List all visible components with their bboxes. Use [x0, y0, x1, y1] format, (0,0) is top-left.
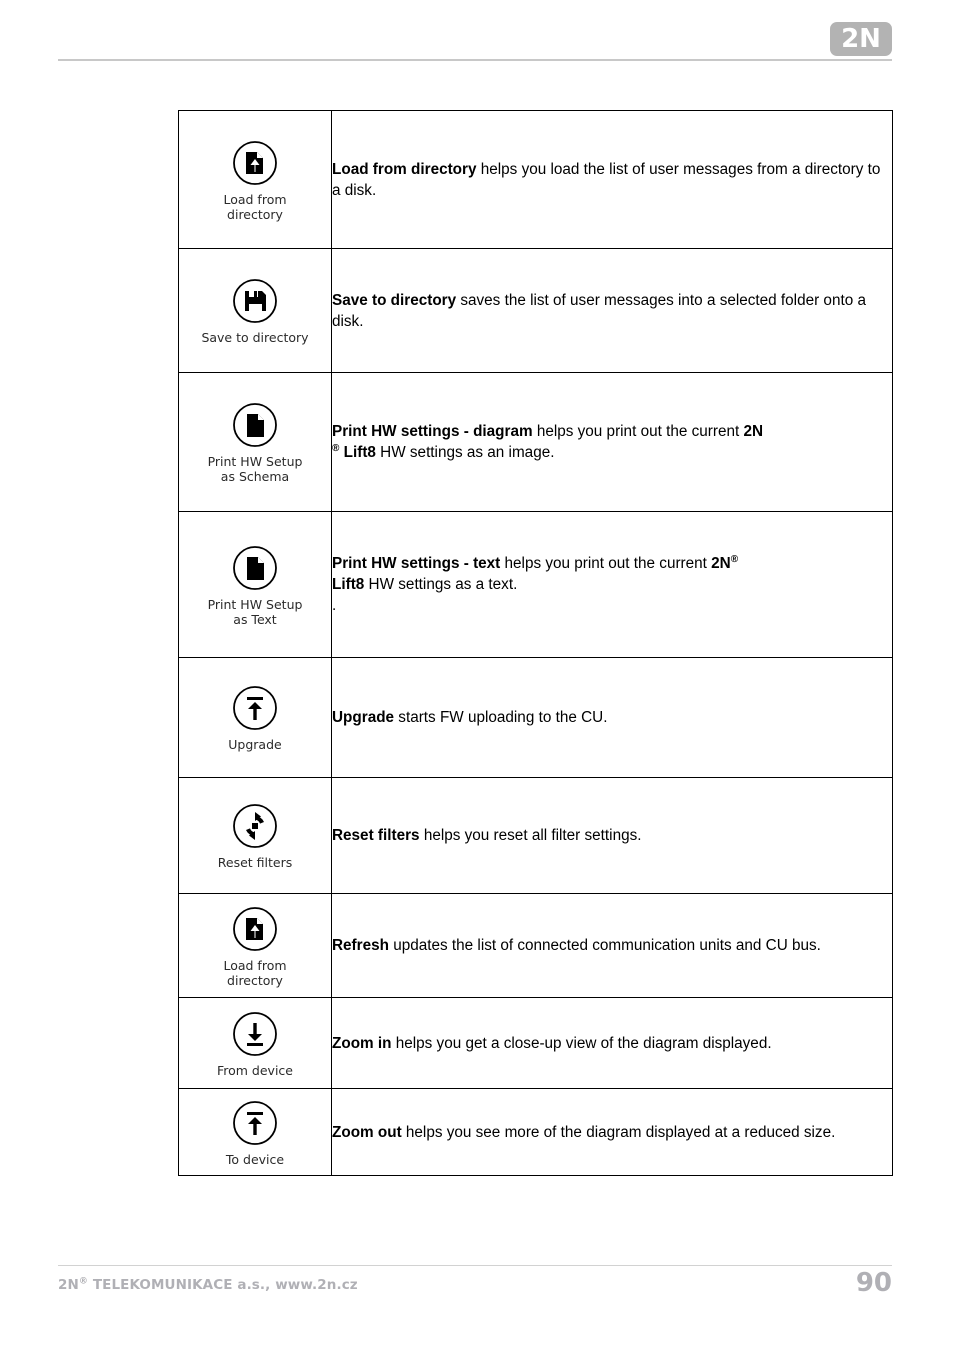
table-row: To device Zoom out helps you see more of … [178, 1088, 893, 1176]
table-row: Save to directory Save to directory saves… [178, 248, 893, 373]
description-cell: Load from directory helps you load the l… [331, 110, 893, 249]
page-footer: 2N® TELEKOMUNIKACE a.s., www.2n.cz 90 [0, 1260, 954, 1350]
description-text: starts FW uploading to the CU. [394, 709, 608, 726]
icon-cell: Print HW Setup as Text [178, 511, 332, 658]
description-cell: Save to directory saves the list of user… [331, 248, 893, 373]
footer-company-tail: TELEKOMUNIKACE a.s., www.2n.cz [88, 1277, 358, 1293]
description-term: Upgrade [332, 709, 395, 726]
description-term: Print HW settings - diagram [332, 423, 533, 440]
description-tail: HW settings as an image. [375, 444, 555, 461]
description-cell: Zoom in helps you get a close-up view of… [331, 997, 893, 1089]
description-term: Print HW settings - text [332, 555, 501, 572]
description-term: Zoom in [332, 1034, 392, 1052]
footer-company: 2N® TELEKOMUNIKACE a.s., www.2n.cz [58, 1277, 358, 1293]
description-cell: Refresh updates the list of connected co… [331, 893, 893, 998]
icon-label: To device [225, 1151, 285, 1167]
footer-company-name: 2N [58, 1277, 79, 1293]
description-text: updates the list of connected communicat… [388, 937, 821, 954]
icon-label: Load from directory [223, 191, 287, 222]
icon-label: Print HW Setup as Text [207, 596, 303, 627]
icon-label: Load from directory [223, 957, 287, 988]
registered-mark: ® [730, 553, 739, 565]
table-row: Print HW Setup as Text Print HW settings … [178, 511, 893, 658]
to-device-icon [230, 1098, 280, 1148]
description-cell: Zoom out helps you see more of the diagr… [331, 1088, 893, 1176]
table-row: Print HW Setup as Schema Print HW setting… [178, 372, 893, 512]
description-term: Save to directory [332, 291, 457, 309]
page-header: 2N [0, 0, 954, 78]
2n-logo: 2N [830, 22, 892, 56]
description-term: Refresh [332, 937, 389, 954]
description-text: helps you see more of the diagram displa… [401, 1123, 836, 1141]
icon-label: Reset filters [217, 855, 293, 870]
description-cell: Reset filters helps you reset all filter… [331, 777, 893, 894]
print-hw-setup-as-schema-icon [230, 400, 280, 450]
description-text: helps you print out the current [532, 423, 744, 440]
print-hw-setup-as-text-icon [230, 543, 280, 593]
table-row: Reset filters Reset filters helps you res… [178, 777, 893, 894]
brand-sup-host: ® [730, 553, 739, 572]
brand-sup-host: ® [332, 442, 340, 461]
refresh-load-from-directory-icon [230, 904, 280, 954]
table-row: Load from directory Refresh updates the l… [178, 893, 893, 998]
table-row: From device Zoom in helps you get a close… [178, 997, 893, 1089]
icon-label: Save to directory [201, 330, 309, 345]
icon-description-table: Load from directory Load from directory h… [178, 110, 893, 1176]
description-cell: Upgrade starts FW uploading to the CU. [331, 657, 893, 778]
description-term: Reset filters [332, 827, 420, 844]
icon-cell: To device [178, 1088, 332, 1176]
icon-cell: Save to directory [178, 248, 332, 373]
icon-cell: Reset filters [178, 777, 332, 894]
icon-cell: Load from directory [178, 110, 332, 249]
description-term: Zoom out [332, 1123, 402, 1141]
brand-name: 2N [743, 423, 764, 440]
description-text: helps you reset all filter settings. [419, 827, 642, 844]
from-device-icon [230, 1009, 280, 1059]
icon-cell: Print HW Setup as Schema [178, 372, 332, 512]
description-cell: Print HW settings - diagram helps you pr… [331, 372, 893, 512]
save-to-directory-icon [230, 276, 280, 326]
icon-label: Upgrade [228, 737, 282, 752]
description-extra-line: . [332, 597, 337, 614]
page-number: 90 [855, 1268, 892, 1298]
registered-mark: ® [78, 1276, 89, 1287]
table-row: Load from directory Load from directory h… [178, 110, 893, 249]
footer-divider [58, 1265, 892, 1266]
header-divider [58, 59, 892, 61]
description-tail: HW settings as a text. [364, 576, 518, 593]
table-body: Load from directory Load from directory h… [178, 110, 893, 1176]
upgrade-icon [230, 683, 280, 733]
brand-name: 2N [711, 555, 731, 572]
product-name: Lift8 [332, 576, 365, 593]
reset-filters-icon [230, 801, 280, 851]
icon-cell: Load from directory [178, 893, 332, 998]
description-text: helps you get a close-up view of the dia… [391, 1034, 772, 1052]
description-cell: Print HW settings - text helps you print… [331, 511, 893, 658]
description-term: Load from directory [332, 160, 477, 178]
icon-cell: Upgrade [178, 657, 332, 778]
icon-cell: From device [178, 997, 332, 1089]
load-from-directory-icon [230, 138, 280, 188]
icon-label: Print HW Setup as Schema [207, 454, 303, 484]
icon-label: From device [216, 1062, 293, 1078]
table-row: Upgrade Upgrade starts FW uploading to th… [178, 657, 893, 778]
product-name: Lift8 [343, 444, 376, 461]
description-text: helps you print out the current [500, 555, 712, 572]
registered-mark: ® [332, 442, 340, 454]
